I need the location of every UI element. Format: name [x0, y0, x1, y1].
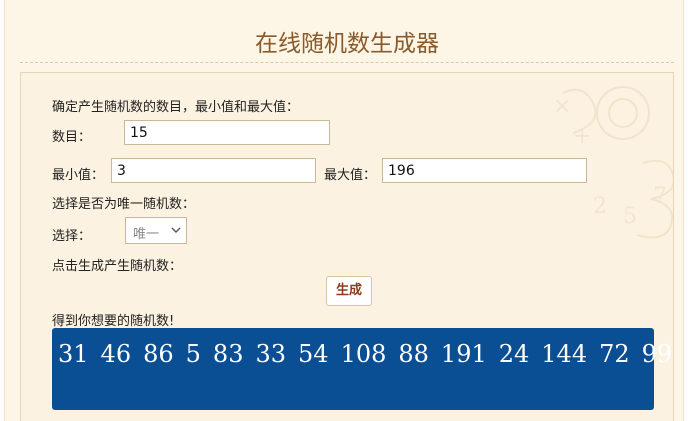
- result-number: 108: [340, 340, 387, 368]
- result-number: 54: [298, 340, 329, 368]
- generator-panel: + ÷ 2 5 7 × 确定产生随机数的数目，最小值和最大值： 数目： 最小值：…: [20, 72, 674, 421]
- svg-text:×: ×: [553, 94, 571, 119]
- result-number: 46: [100, 340, 132, 368]
- generate-prompt: 点击生成产生随机数：: [52, 259, 183, 274]
- count-label: 数目：: [52, 130, 92, 145]
- result-number: 24: [498, 340, 530, 368]
- result-number: 72: [599, 340, 630, 368]
- min-input[interactable]: [111, 158, 316, 183]
- svg-text:7: 7: [653, 184, 667, 209]
- min-label: 最小值：: [52, 168, 105, 183]
- result-number: 33: [255, 340, 287, 368]
- generate-button[interactable]: 生成: [326, 276, 372, 306]
- result-number: 144: [541, 340, 588, 368]
- result-number: 99: [641, 340, 673, 368]
- result-numbers-box: 31468658333541088819124144729916: [52, 328, 672, 410]
- max-input[interactable]: [382, 158, 587, 183]
- result-number: 191: [440, 340, 487, 368]
- result-number: 5: [185, 340, 201, 368]
- chevron-down-icon: [171, 227, 181, 233]
- svg-text:2: 2: [593, 194, 607, 219]
- page-frame: 在线随机数生成器 + ÷ 2 5 7 × 确定产生随机数的数目，最小值和最大值：…: [4, 0, 684, 421]
- result-number: 83: [212, 340, 244, 368]
- result-number: 88: [398, 340, 429, 368]
- intro-text: 确定产生随机数的数目，最小值和最大值：: [52, 100, 300, 115]
- svg-text:5: 5: [623, 204, 637, 229]
- count-input[interactable]: [124, 120, 330, 145]
- result-number: 31: [58, 340, 89, 368]
- unique-prompt: 选择是否为唯一随机数：: [52, 197, 196, 212]
- header: 在线随机数生成器: [20, 14, 674, 63]
- svg-text:+: +: [573, 124, 591, 149]
- unique-select[interactable]: 唯一: [125, 217, 187, 244]
- select-label: 选择：: [52, 229, 92, 244]
- result-number: 86: [143, 340, 174, 368]
- unique-select-value: 唯一: [133, 227, 160, 242]
- page-title: 在线随机数生成器: [255, 31, 439, 57]
- result-label: 得到你想要的随机数!: [52, 314, 175, 329]
- max-label: 最大值：: [324, 168, 377, 183]
